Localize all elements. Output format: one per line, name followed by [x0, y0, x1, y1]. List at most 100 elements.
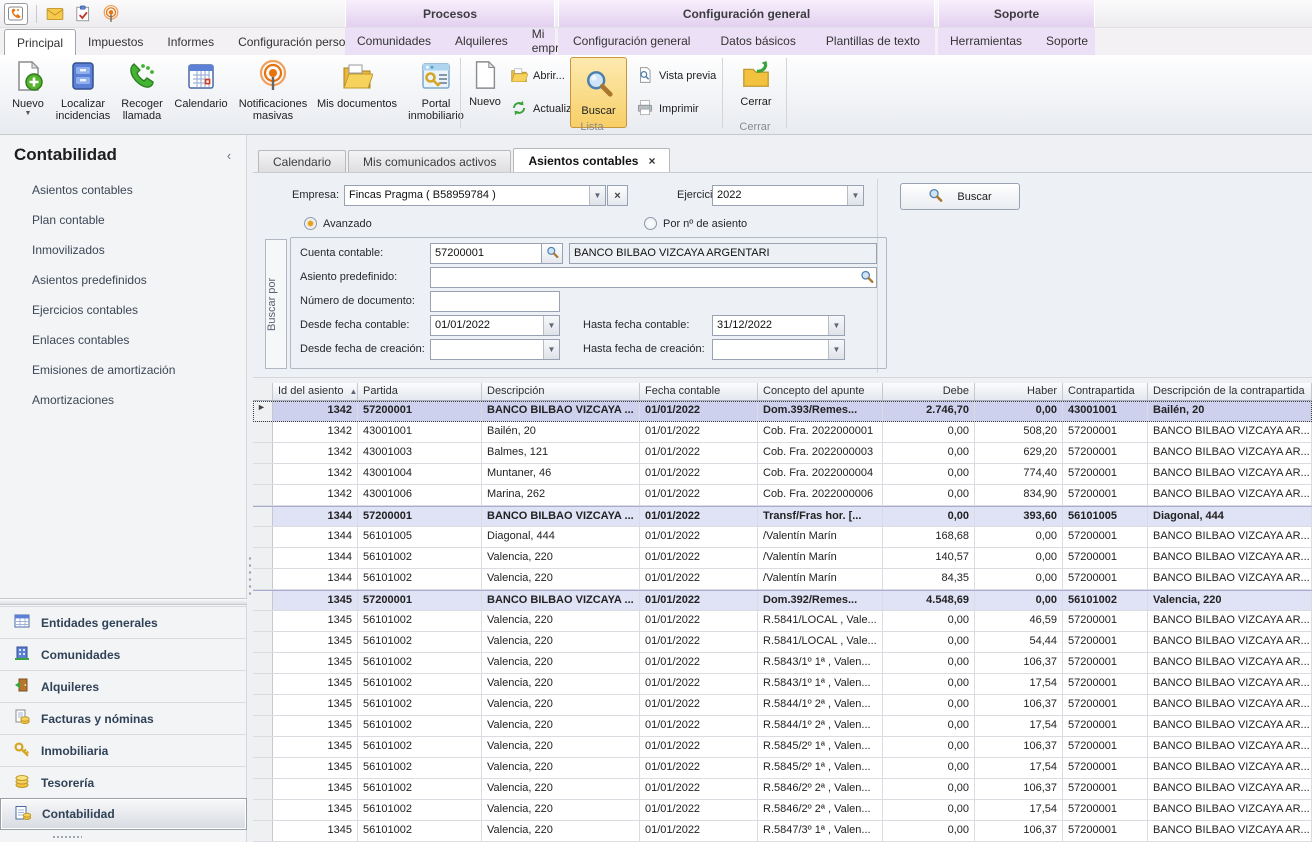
sidebar-item-emisiones-de-amortizaci-n[interactable]: Emisiones de amortización: [0, 355, 247, 385]
module-item-contabilidad[interactable]: Contabilidad: [0, 798, 247, 830]
navpane-grip[interactable]: [52, 835, 82, 839]
table-row[interactable]: 134556101002Valencia, 22001/01/2022R.584…: [253, 779, 1312, 800]
sidebar-splitter[interactable]: [0, 598, 247, 605]
table-row[interactable]: 134556101002Valencia, 22001/01/2022R.584…: [253, 821, 1312, 842]
hasta-fecha-creacion-input[interactable]: ▼: [712, 339, 845, 360]
column-header-concepto-del-apunte[interactable]: Concepto del apunte: [758, 383, 883, 400]
table-row[interactable]: 134243001004Muntaner, 4601/01/2022Cob. F…: [253, 464, 1312, 485]
dropdown-arrow-icon[interactable]: ▼: [589, 186, 605, 205]
sidebar-item-plan-contable[interactable]: Plan contable: [0, 205, 247, 235]
buscar-por-tab[interactable]: Buscar por: [265, 239, 287, 369]
radio-por-numero[interactable]: Por nº de asiento: [644, 217, 747, 230]
dropdown-arrow-icon[interactable]: ▼: [828, 340, 844, 359]
ribbon-button-mis-documentos[interactable]: Mis documentos: [314, 57, 400, 129]
qat-app-icon[interactable]: [4, 3, 28, 25]
doc-tab-mis-comunicados-activos[interactable]: Mis comunicados activos: [348, 150, 511, 172]
column-header-partida[interactable]: Partida: [358, 383, 482, 400]
table-row[interactable]: 134556101002Valencia, 22001/01/2022R.584…: [253, 716, 1312, 737]
ribbon-button-nuevo[interactable]: Nuevo: [463, 57, 507, 129]
table-row[interactable]: 134556101002Valencia, 22001/01/2022R.584…: [253, 737, 1312, 758]
sidebar-item-inmovilizados[interactable]: Inmovilizados: [0, 235, 247, 265]
module-item-tesorer-a[interactable]: Tesorería: [0, 766, 247, 798]
ribbon-button-recoger-llamada[interactable]: Recoger llamada: [114, 57, 170, 129]
doc-tab-calendario[interactable]: Calendario: [258, 150, 346, 172]
asiento-predefinido-input[interactable]: [430, 267, 877, 288]
dropdown-arrow-icon[interactable]: ▼: [543, 316, 559, 335]
sidebar-item-amortizaciones[interactable]: Amortizaciones: [0, 385, 247, 415]
collapse-sidebar-icon[interactable]: ‹: [222, 148, 236, 163]
ribbon-button-cerrar[interactable]: Cerrar: [728, 57, 784, 129]
module-item-alquileres[interactable]: Alquileres: [0, 670, 247, 702]
table-row[interactable]: ►134257200001BANCO BILBAO VIZCAYA ...01/…: [253, 401, 1312, 422]
module-item-inmobiliaria[interactable]: Inmobiliaria: [0, 734, 247, 766]
desde-fecha-creacion-input[interactable]: ▼: [430, 339, 560, 360]
sidebar-item-asientos-predefinidos[interactable]: Asientos predefinidos: [0, 265, 247, 295]
table-row[interactable]: 134556101002Valencia, 22001/01/2022R.584…: [253, 611, 1312, 632]
ribbon-tab-plantillas-de-texto[interactable]: Plantillas de texto: [814, 29, 932, 54]
ribbon-button-abrir[interactable]: Abrir...: [510, 65, 565, 87]
ribbon-tab-herramientas[interactable]: Herramientas: [938, 29, 1034, 54]
search-button[interactable]: Buscar: [900, 183, 1020, 210]
table-row[interactable]: 134557200001BANCO BILBAO VIZCAYA ...01/0…: [253, 590, 1312, 611]
table-row[interactable]: 134456101002Valencia, 22001/01/2022/Vale…: [253, 569, 1312, 590]
table-row[interactable]: 134243001006Marina, 26201/01/2022Cob. Fr…: [253, 485, 1312, 506]
ribbon-tab-impuestos[interactable]: Impuestos: [76, 30, 155, 55]
qat-tasks-icon[interactable]: [73, 5, 93, 23]
ribbon-tab-comunidades[interactable]: Comunidades: [345, 29, 443, 54]
dropdown-arrow-icon[interactable]: ▼: [543, 340, 559, 359]
ribbon-button-localizar-incidencias[interactable]: Localizar incidencias: [52, 57, 114, 129]
doc-tab-asientos-contables[interactable]: Asientos contables×: [513, 148, 670, 172]
qat-mail-icon[interactable]: [45, 5, 65, 23]
dropdown-arrow-icon[interactable]: ▼: [828, 316, 844, 335]
ribbon-button-calendario[interactable]: Calendario: [170, 57, 232, 129]
column-header-debe[interactable]: Debe: [883, 383, 975, 400]
table-row[interactable]: 134243001001Bailén, 2001/01/2022Cob. Fra…: [253, 422, 1312, 443]
ribbon-tab-datos-b-sicos[interactable]: Datos básicos: [708, 29, 807, 54]
column-header-haber[interactable]: Haber: [975, 383, 1063, 400]
search-icon[interactable]: [860, 270, 874, 287]
cuenta-lookup-button[interactable]: [541, 243, 563, 264]
table-row[interactable]: 134556101002Valencia, 22001/01/2022R.584…: [253, 695, 1312, 716]
cuenta-contable-input[interactable]: 57200001: [430, 243, 542, 264]
table-row[interactable]: 134556101002Valencia, 22001/01/2022R.584…: [253, 758, 1312, 779]
numero-documento-input[interactable]: [430, 291, 560, 312]
dropdown-arrow-icon[interactable]: ▼: [847, 186, 863, 205]
ribbon-button-buscar[interactable]: Buscar: [570, 57, 627, 128]
module-item-comunidades[interactable]: Comunidades: [0, 638, 247, 670]
ribbon-button-nuevo[interactable]: Nuevo▼: [4, 57, 52, 129]
sidebar-item-asientos-contables[interactable]: Asientos contables: [0, 175, 247, 205]
column-header-descripci-n-de-la-contrapartida[interactable]: Descripción de la contrapartida: [1148, 383, 1312, 400]
table-row[interactable]: 134457200001BANCO BILBAO VIZCAYA ...01/0…: [253, 506, 1312, 527]
clear-empresa-button[interactable]: ×: [607, 185, 628, 206]
column-header-id-del-asiento[interactable]: Id del asiento▲: [273, 383, 358, 400]
table-row[interactable]: 134556101002Valencia, 22001/01/2022R.584…: [253, 800, 1312, 821]
ejercicio-combobox[interactable]: 2022 ▼: [712, 185, 864, 206]
ribbon-tab-configuraci-n-general[interactable]: Configuración general: [561, 29, 702, 54]
sidebar-item-enlaces-contables[interactable]: Enlaces contables: [0, 325, 247, 355]
ribbon-button-vista-previa[interactable]: Vista previa: [636, 65, 716, 87]
ribbon-button-notificaciones-masivas[interactable]: Notificaciones masivas: [232, 57, 314, 129]
module-item-facturas-y-n-minas[interactable]: Facturas y nóminas: [0, 702, 247, 734]
table-row[interactable]: 134243001003Balmes, 12101/01/2022Cob. Fr…: [253, 443, 1312, 464]
ribbon-button-portal-inmobiliario[interactable]: Portal inmobiliario: [400, 57, 472, 129]
radio-avanzado[interactable]: Avanzado: [304, 217, 372, 230]
module-item-entidades-generales[interactable]: Entidades generales: [0, 606, 247, 638]
column-header-fecha-contable[interactable]: Fecha contable: [640, 383, 758, 400]
column-header-contrapartida[interactable]: Contrapartida: [1063, 383, 1148, 400]
close-tab-icon[interactable]: ×: [648, 154, 655, 168]
ribbon-tab-soporte[interactable]: Soporte: [1034, 29, 1100, 54]
table-row[interactable]: 134456101005Diagonal, 44401/01/2022/Vale…: [253, 527, 1312, 548]
table-row[interactable]: 134456101002Valencia, 22001/01/2022/Vale…: [253, 548, 1312, 569]
ribbon-button-imprimir[interactable]: Imprimir: [636, 98, 699, 120]
ribbon-tab-informes[interactable]: Informes: [155, 30, 226, 55]
empresa-combobox[interactable]: Fincas Pragma ( B58959784 ) ▼: [344, 185, 606, 206]
table-row[interactable]: 134556101002Valencia, 22001/01/2022R.584…: [253, 632, 1312, 653]
sidebar-item-ejercicios-contables[interactable]: Ejercicios contables: [0, 295, 247, 325]
ribbon-tab-alquileres[interactable]: Alquileres: [443, 29, 520, 54]
ribbon-tab-principal[interactable]: Principal: [4, 29, 76, 56]
table-row[interactable]: 134556101002Valencia, 22001/01/2022R.584…: [253, 653, 1312, 674]
desde-fecha-contable-input[interactable]: 01/01/2022 ▼: [430, 315, 560, 336]
qat-broadcast-icon[interactable]: [101, 5, 121, 23]
hasta-fecha-contable-input[interactable]: 31/12/2022 ▼: [712, 315, 845, 336]
column-header-descripci-n[interactable]: Descripción: [482, 383, 640, 400]
